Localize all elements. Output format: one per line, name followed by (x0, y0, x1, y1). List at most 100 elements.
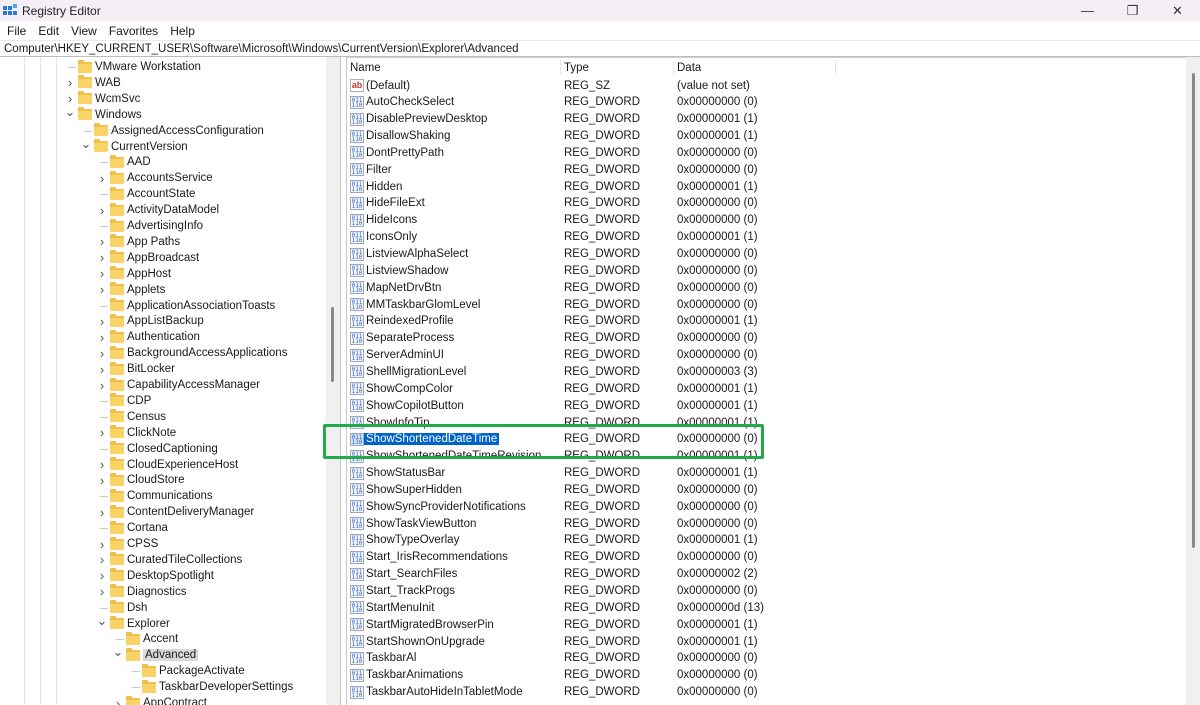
value-row[interactable]: 011 110 ShowTypeOverlay REG_DWORD 0x00000001… (347, 532, 1187, 549)
value-row[interactable]: 011 110 ShowCopilotButton REG_DWORD 0x000000… (347, 397, 1187, 414)
chevron-right-icon[interactable]: › (96, 568, 108, 583)
tree-item[interactable]: › Authentication (96, 329, 200, 345)
value-row[interactable]: 011 110 AutoCheckSelect REG_DWORD 0x00000000… (347, 94, 1187, 111)
tree-item[interactable]: ⌄ Advanced (112, 644, 199, 663)
value-row[interactable]: 011 110 SeparateProcess REG_DWORD 0x00000000… (347, 330, 1187, 347)
chevron-down-icon[interactable]: ⌄ (96, 613, 108, 629)
value-row[interactable]: 011 110 DisablePreviewDesktop REG_DWORD 0x00… (347, 111, 1187, 128)
tree-item[interactable]: ⌄ CurrentVersion (80, 136, 188, 155)
tree-item[interactable]: ·Cortana (96, 520, 168, 536)
restore-button[interactable]: ❐ (1110, 0, 1155, 21)
value-row[interactable]: 011 110 MapNetDrvBtn REG_DWORD 0x00000000 (0… (347, 279, 1187, 296)
menu-file[interactable]: File (2, 24, 31, 38)
chevron-right-icon[interactable]: › (96, 457, 108, 472)
tree-item[interactable]: ·AAD (96, 154, 151, 170)
tree-item[interactable]: › BitLocker (96, 361, 175, 377)
value-row[interactable]: 011 110 TaskbarAutoHideInTabletMode REG_DWO… (347, 684, 1187, 701)
tree-item[interactable]: ·ApplicationAssociationToasts (96, 298, 275, 314)
value-row[interactable]: 011 110 HideIcons REG_DWORD 0x00000000 (0) (347, 212, 1187, 229)
menu-favorites[interactable]: Favorites (104, 24, 163, 38)
tree-item[interactable]: ·TaskbarDeveloperSettings (128, 679, 293, 695)
tree-item[interactable]: › DesktopSpotlight (96, 568, 214, 584)
value-row[interactable]: 011 110 TaskbarAl REG_DWORD 0x00000000 (0) (347, 650, 1187, 667)
column-header-name[interactable]: Name (350, 62, 381, 74)
chevron-right-icon[interactable]: › (96, 362, 108, 377)
tree-item[interactable]: ·AssignedAccessConfiguration (80, 123, 264, 139)
value-row[interactable]: 011 110 ShellMigrationLevel REG_DWORD 0x0000… (347, 363, 1187, 380)
column-header-type[interactable]: Type (564, 62, 589, 74)
list-scrollbar[interactable] (1186, 57, 1200, 705)
value-row[interactable]: 011 110 ShowCompColor REG_DWORD 0x00000001 (… (347, 380, 1187, 397)
tree-item[interactable]: › App Paths (96, 234, 180, 250)
chevron-right-icon[interactable]: › (96, 203, 108, 218)
tree-item[interactable]: ·Census (96, 409, 166, 425)
tree-item[interactable]: › CPSS (96, 536, 158, 552)
tree-item[interactable]: › AppBroadcast (96, 250, 199, 266)
value-row[interactable]: 011 110 DontPrettyPath REG_DWORD 0x00000000 … (347, 144, 1187, 161)
value-row[interactable]: 011 110 ListviewAlphaSelect REG_DWORD 0x0000… (347, 246, 1187, 263)
value-row[interactable]: 011 110 HideFileExt REG_DWORD 0x00000000 (0) (347, 195, 1187, 212)
value-row[interactable]: 011 110 TaskbarAnimations REG_DWORD 0x000000… (347, 667, 1187, 684)
tree-item[interactable]: › BackgroundAccessApplications (96, 345, 287, 361)
chevron-right-icon[interactable]: › (96, 552, 108, 567)
value-row[interactable]: 011 110 ServerAdminUI REG_DWORD 0x00000000 (… (347, 347, 1187, 364)
tree-item[interactable]: ⌄ Explorer (96, 613, 170, 632)
chevron-right-icon[interactable]: › (96, 330, 108, 345)
tree-item[interactable]: › WAB (64, 75, 121, 91)
chevron-right-icon[interactable]: › (96, 378, 108, 393)
chevron-right-icon[interactable]: › (112, 696, 124, 705)
chevron-right-icon[interactable]: › (96, 346, 108, 361)
chevron-right-icon[interactable]: › (96, 234, 108, 249)
tree-item[interactable]: ·CDP (96, 393, 151, 409)
value-row[interactable]: 011 110 ListviewShadow REG_DWORD 0x00000000 … (347, 262, 1187, 279)
tree-item[interactable]: › AppHost (96, 266, 171, 282)
tree-item[interactable]: ·ClosedCaptioning (96, 441, 218, 457)
value-row[interactable]: 011 110 StartMigratedBrowserPin REG_DWORD 0x… (347, 616, 1187, 633)
tree-item[interactable]: ·AccountState (96, 186, 195, 202)
value-row[interactable]: 011 110 ShowSyncProviderNotifications REG_D… (347, 498, 1187, 515)
column-header-data[interactable]: Data (677, 62, 701, 74)
menu-help[interactable]: Help (165, 24, 200, 38)
value-row[interactable]: 011 110 Start_TrackProgs REG_DWORD 0x0000000… (347, 583, 1187, 600)
chevron-down-icon[interactable]: ⌄ (112, 644, 124, 660)
tree-item[interactable]: › ClickNote (96, 425, 176, 441)
menu-edit[interactable]: Edit (33, 24, 64, 38)
close-button[interactable]: ✕ (1155, 0, 1200, 21)
tree-item[interactable]: ⌄ Windows (64, 104, 142, 123)
value-row[interactable]: 011 110 ShowTaskViewButton REG_DWORD 0x00000… (347, 515, 1187, 532)
chevron-right-icon[interactable]: › (96, 505, 108, 520)
chevron-right-icon[interactable]: › (96, 314, 108, 329)
tree-item[interactable]: › AppListBackup (96, 313, 204, 329)
chevron-right-icon[interactable]: › (96, 171, 108, 186)
value-row[interactable]: 011 110 Hidden REG_DWORD 0x00000001 (1) (347, 178, 1187, 195)
tree-item[interactable]: › CloudStore (96, 472, 185, 488)
tree-item[interactable]: › ContentDeliveryManager (96, 504, 254, 520)
minimize-button[interactable]: — (1065, 0, 1110, 21)
chevron-right-icon[interactable]: › (96, 473, 108, 488)
chevron-right-icon[interactable]: › (64, 75, 76, 90)
value-row[interactable]: 011 110 ShowShortenedDateTimeRevision REG_D… (347, 448, 1187, 465)
list-scrollbar-thumb[interactable] (1192, 73, 1195, 548)
tree-item[interactable]: ·VMware Workstation (64, 59, 201, 75)
value-row[interactable]: 011 110 Start_IrisRecommendations REG_DWORD… (347, 549, 1187, 566)
value-row[interactable]: 011 110 StartMenuInit REG_DWORD 0x0000000d (… (347, 599, 1187, 616)
chevron-right-icon[interactable]: › (96, 425, 108, 440)
value-row[interactable]: ab (Default) REG_SZ (value not set) (347, 77, 1187, 94)
value-row[interactable]: 011 110 IconsOnly REG_DWORD 0x00000001 (1) (347, 229, 1187, 246)
value-row[interactable]: 011 110 MMTaskbarGlomLevel REG_DWORD 0x00000… (347, 296, 1187, 313)
chevron-right-icon[interactable]: › (96, 266, 108, 281)
value-row[interactable]: 011 110 ShowSuperHidden REG_DWORD 0x00000000… (347, 481, 1187, 498)
address-bar[interactable]: Computer\HKEY_CURRENT_USER\Software\Micr… (0, 40, 1200, 57)
value-row[interactable]: 011 110 Filter REG_DWORD 0x00000000 (0) (347, 161, 1187, 178)
tree-item[interactable]: › ActivityDataModel (96, 202, 219, 218)
value-row[interactable]: 011 110 ShowInfoTip REG_DWORD 0x00000001 (1) (347, 414, 1187, 431)
value-row[interactable]: 011 110 ShowStatusBar REG_DWORD 0x00000001 (… (347, 465, 1187, 482)
value-row[interactable]: 011 110 ShowShortenedDateTime REG_DWORD 0x00… (347, 431, 1187, 448)
tree-item[interactable]: › Applets (96, 282, 165, 298)
value-row[interactable]: 011 110 ReindexedProfile REG_DWORD 0x0000000… (347, 313, 1187, 330)
tree-item[interactable]: › CuratedTileCollections (96, 552, 242, 568)
tree-item[interactable]: › CapabilityAccessManager (96, 377, 260, 393)
tree-item[interactable]: › AccountsService (96, 170, 213, 186)
chevron-right-icon[interactable]: › (96, 537, 108, 552)
tree-scrollbar[interactable] (326, 57, 340, 705)
